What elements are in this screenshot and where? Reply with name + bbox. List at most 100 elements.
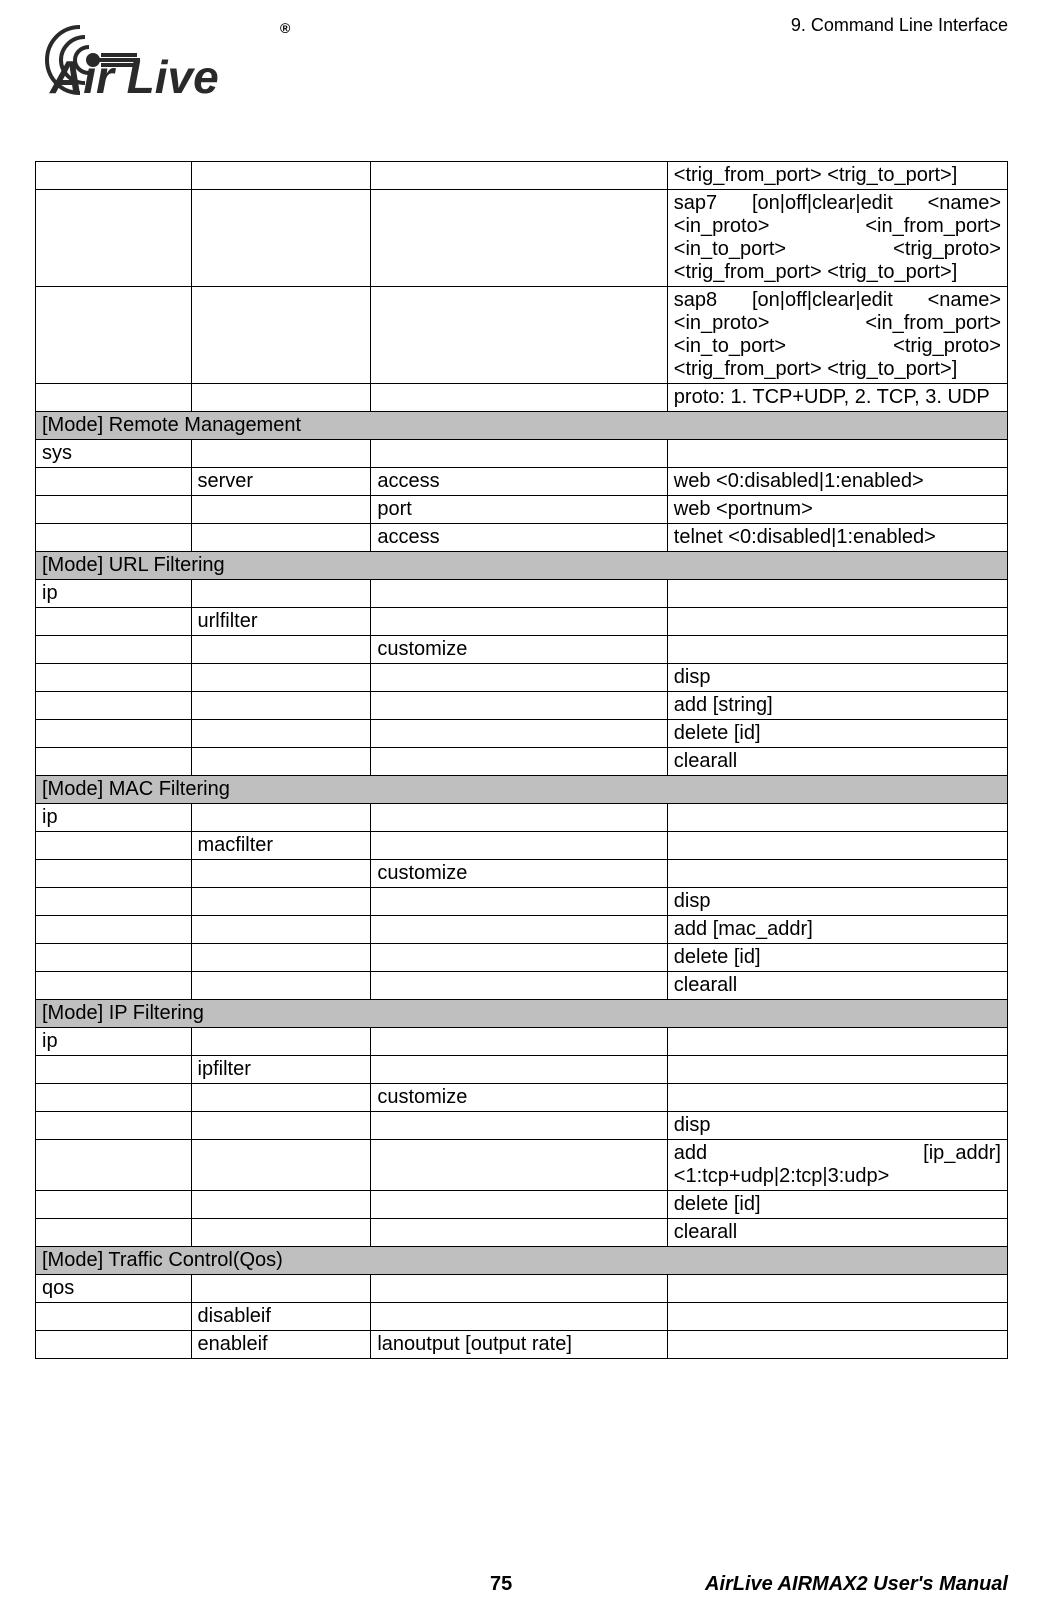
table-row: disp	[36, 1112, 1008, 1140]
table-cell	[371, 1219, 667, 1247]
table-row: delete [id]	[36, 720, 1008, 748]
table-row: [Mode] Remote Management	[36, 412, 1008, 440]
table-cell: disp	[667, 888, 1007, 916]
table-cell	[371, 1191, 667, 1219]
table-cell: disp	[667, 664, 1007, 692]
table-cell	[36, 287, 192, 384]
table-cell	[371, 190, 667, 287]
table-cell	[371, 287, 667, 384]
table-cell	[371, 1028, 667, 1056]
table-cell	[36, 608, 192, 636]
table-cell	[191, 496, 371, 524]
table-cell	[36, 496, 192, 524]
table-cell	[371, 720, 667, 748]
table-row: customize	[36, 1084, 1008, 1112]
table-cell	[36, 190, 192, 287]
table-cell	[191, 440, 371, 468]
table-cell	[191, 860, 371, 888]
table-cell	[36, 916, 192, 944]
section-header: [Mode] Remote Management	[36, 412, 1008, 440]
table-row: clearall	[36, 748, 1008, 776]
table-cell: sap7 [on|off|clear|edit <name> <in_proto…	[667, 190, 1007, 287]
table-row: [Mode] URL Filtering	[36, 552, 1008, 580]
table-cell	[667, 804, 1007, 832]
table-cell	[667, 1056, 1007, 1084]
brand-logo: Air Live ®	[35, 15, 295, 105]
table-cell	[667, 1331, 1007, 1359]
table-cell	[371, 972, 667, 1000]
table-cell	[371, 804, 667, 832]
table-cell	[191, 1219, 371, 1247]
table-cell: customize	[371, 860, 667, 888]
table-cell: sys	[36, 440, 192, 468]
table-cell	[371, 162, 667, 190]
table-cell	[36, 162, 192, 190]
table-cell: clearall	[667, 748, 1007, 776]
table-cell: delete [id]	[667, 944, 1007, 972]
table-cell	[36, 1140, 192, 1191]
table-cell: server	[191, 468, 371, 496]
table-cell	[667, 1028, 1007, 1056]
table-cell: urlfilter	[191, 608, 371, 636]
table-cell: macfilter	[191, 832, 371, 860]
section-header: [Mode] Traffic Control(Qos)	[36, 1247, 1008, 1275]
table-cell	[191, 804, 371, 832]
table-cell	[191, 524, 371, 552]
table-cell	[36, 1191, 192, 1219]
table-cell	[667, 860, 1007, 888]
table-cell	[36, 1219, 192, 1247]
table-cell: customize	[371, 636, 667, 664]
table-cell	[191, 972, 371, 1000]
table-row: disableif	[36, 1303, 1008, 1331]
table-cell	[36, 1112, 192, 1140]
table-cell	[191, 888, 371, 916]
table-cell	[191, 580, 371, 608]
table-row: [Mode] Traffic Control(Qos)	[36, 1247, 1008, 1275]
table-row: add [ip_addr] <1:tcp+udp|2:tcp|3:udp>	[36, 1140, 1008, 1191]
table-cell	[191, 1112, 371, 1140]
table-cell	[371, 916, 667, 944]
table-cell: telnet <0:disabled|1:enabled>	[667, 524, 1007, 552]
chapter-heading: 9. Command Line Interface	[791, 15, 1008, 36]
table-row: clearall	[36, 1219, 1008, 1247]
table-cell: clearall	[667, 1219, 1007, 1247]
table-cell	[36, 636, 192, 664]
table-row: <trig_from_port> <trig_to_port>]	[36, 162, 1008, 190]
table-cell	[191, 916, 371, 944]
table-cell	[36, 692, 192, 720]
table-row: sap8 [on|off|clear|edit <name> <in_proto…	[36, 287, 1008, 384]
table-cell	[371, 440, 667, 468]
table-cell: web <0:disabled|1:enabled>	[667, 468, 1007, 496]
table-row: serveraccessweb <0:disabled|1:enabled>	[36, 468, 1008, 496]
cli-command-table: <trig_from_port> <trig_to_port>]sap7 [on…	[35, 161, 1008, 1359]
table-row: add [mac_addr]	[36, 916, 1008, 944]
table-cell	[36, 972, 192, 1000]
table-cell: port	[371, 496, 667, 524]
table-cell	[36, 720, 192, 748]
table-cell: ip	[36, 1028, 192, 1056]
table-cell	[36, 832, 192, 860]
table-cell	[36, 664, 192, 692]
table-cell	[371, 664, 667, 692]
section-header: [Mode] MAC Filtering	[36, 776, 1008, 804]
table-cell	[371, 1303, 667, 1331]
table-cell	[371, 1056, 667, 1084]
manual-title: AirLive AIRMAX2 User's Manual	[705, 1573, 1008, 1596]
table-cell	[191, 287, 371, 384]
table-cell	[36, 748, 192, 776]
table-cell	[371, 748, 667, 776]
table-cell: clearall	[667, 972, 1007, 1000]
table-cell	[191, 692, 371, 720]
table-cell	[191, 636, 371, 664]
table-cell: ip	[36, 804, 192, 832]
table-row: qos	[36, 1275, 1008, 1303]
table-cell	[371, 692, 667, 720]
table-cell	[667, 1275, 1007, 1303]
table-row: enableiflanoutput [output rate]	[36, 1331, 1008, 1359]
table-cell: customize	[371, 1084, 667, 1112]
table-cell	[191, 664, 371, 692]
table-row: delete [id]	[36, 1191, 1008, 1219]
table-row: disp	[36, 664, 1008, 692]
table-row: urlfilter	[36, 608, 1008, 636]
table-cell	[36, 1303, 192, 1331]
